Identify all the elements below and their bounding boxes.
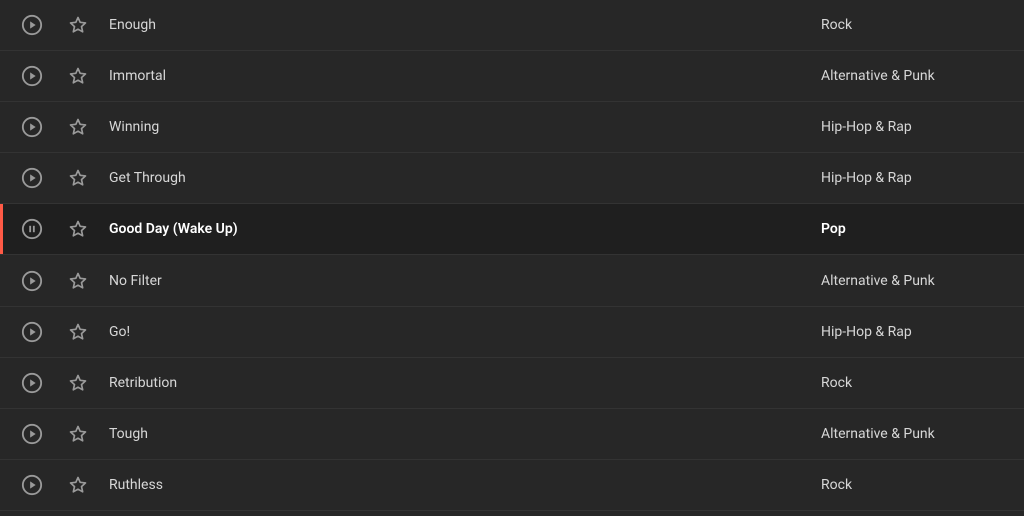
track-title: Good Day (Wake Up)	[101, 221, 701, 237]
play-icon	[21, 65, 43, 87]
track-row[interactable]: ToughAlternative & Punk	[0, 409, 1024, 460]
track-row[interactable]: Get ThroughHip-Hop & Rap	[0, 153, 1024, 204]
track-genre: Pop	[701, 221, 1024, 237]
play-button[interactable]	[9, 372, 55, 394]
play-icon	[21, 14, 43, 36]
play-button[interactable]	[9, 65, 55, 87]
favorite-button[interactable]	[55, 15, 101, 35]
track-title: Enough	[101, 17, 701, 33]
star-icon	[68, 322, 88, 342]
play-button[interactable]	[9, 321, 55, 343]
star-icon	[68, 424, 88, 444]
star-icon	[68, 66, 88, 86]
play-icon	[21, 474, 43, 496]
track-genre: Alternative & Punk	[701, 426, 1024, 442]
track-genre: Rock	[701, 17, 1024, 33]
play-icon	[21, 372, 43, 394]
play-button[interactable]	[9, 116, 55, 138]
track-row[interactable]: ImmortalAlternative & Punk	[0, 51, 1024, 102]
favorite-button[interactable]	[55, 117, 101, 137]
track-genre: Alternative & Punk	[701, 68, 1024, 84]
track-title: Ruthless	[101, 477, 701, 493]
favorite-button[interactable]	[55, 475, 101, 495]
star-icon	[68, 15, 88, 35]
track-genre: Hip-Hop & Rap	[701, 170, 1024, 186]
track-genre: Hip-Hop & Rap	[701, 324, 1024, 340]
track-row[interactable]: WinningHip-Hop & Rap	[0, 102, 1024, 153]
pause-button[interactable]	[9, 218, 55, 240]
track-row[interactable]: EnoughRock	[0, 0, 1024, 51]
track-list: EnoughRockImmortalAlternative & PunkWinn…	[0, 0, 1024, 511]
favorite-button[interactable]	[55, 271, 101, 291]
star-icon	[68, 168, 88, 188]
play-button[interactable]	[9, 270, 55, 292]
play-button[interactable]	[9, 474, 55, 496]
star-icon	[68, 219, 88, 239]
track-title: No Filter	[101, 273, 701, 289]
play-button[interactable]	[9, 423, 55, 445]
track-row[interactable]: RuthlessRock	[0, 460, 1024, 511]
track-title: Immortal	[101, 68, 701, 84]
favorite-button[interactable]	[55, 66, 101, 86]
track-genre: Hip-Hop & Rap	[701, 119, 1024, 135]
track-title: Get Through	[101, 170, 701, 186]
star-icon	[68, 117, 88, 137]
track-row[interactable]: Good Day (Wake Up)Pop	[0, 204, 1024, 255]
favorite-button[interactable]	[55, 219, 101, 239]
play-icon	[21, 167, 43, 189]
track-title: Go!	[101, 324, 701, 340]
track-title: Retribution	[101, 375, 701, 391]
star-icon	[68, 271, 88, 291]
play-icon	[21, 321, 43, 343]
track-row[interactable]: Go!Hip-Hop & Rap	[0, 307, 1024, 358]
play-button[interactable]	[9, 167, 55, 189]
track-title: Winning	[101, 119, 701, 135]
track-row[interactable]: No FilterAlternative & Punk	[0, 255, 1024, 306]
play-icon	[21, 116, 43, 138]
favorite-button[interactable]	[55, 373, 101, 393]
play-button[interactable]	[9, 14, 55, 36]
track-row[interactable]: RetributionRock	[0, 358, 1024, 409]
play-icon	[21, 423, 43, 445]
track-genre: Rock	[701, 477, 1024, 493]
pause-icon	[21, 218, 43, 240]
track-genre: Rock	[701, 375, 1024, 391]
star-icon	[68, 373, 88, 393]
favorite-button[interactable]	[55, 168, 101, 188]
favorite-button[interactable]	[55, 424, 101, 444]
now-playing-indicator	[0, 204, 3, 254]
track-genre: Alternative & Punk	[701, 273, 1024, 289]
star-icon	[68, 475, 88, 495]
favorite-button[interactable]	[55, 322, 101, 342]
track-title: Tough	[101, 426, 701, 442]
play-icon	[21, 270, 43, 292]
